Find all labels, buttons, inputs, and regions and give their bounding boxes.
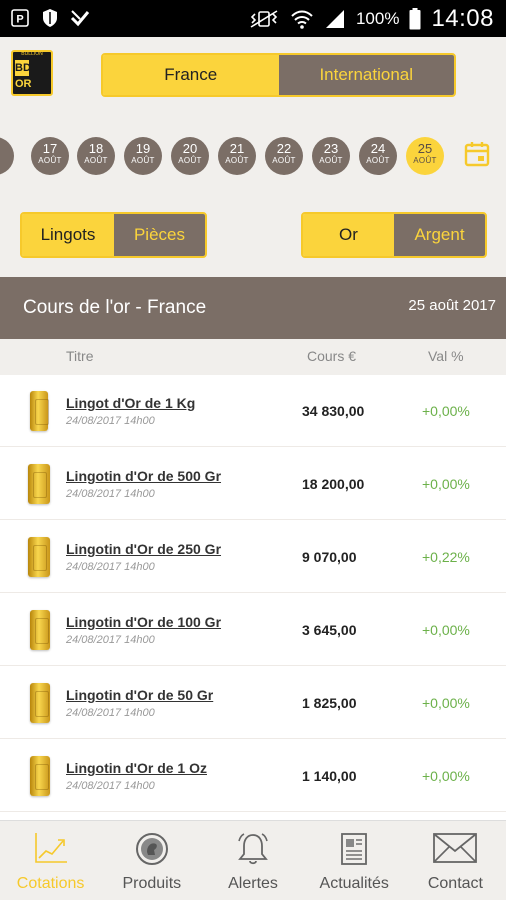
envelope-icon	[433, 833, 478, 863]
product-date: 24/08/2017 14h00	[66, 561, 155, 573]
product-price: 9 070,00	[302, 549, 357, 565]
product-date: 24/08/2017 14h00	[66, 707, 155, 719]
product-variation: +0,00%	[422, 695, 470, 711]
product-date: 24/08/2017 14h00	[66, 488, 155, 500]
table-row[interactable]: Lingotin d'Or de 500 Gr 24/08/2017 14h00…	[0, 448, 506, 520]
product-name: Lingotin d'Or de 500 Gr	[66, 468, 222, 484]
gold-bar-icon	[30, 683, 50, 723]
product-date: 24/08/2017 14h00	[66, 415, 155, 427]
table-header: Titre Cours € Val %	[0, 339, 506, 375]
table-row[interactable]: Lingotin d'Or de 1 Oz 24/08/2017 14h00 1…	[0, 740, 506, 812]
date-chip[interactable]: 22 AOÛT	[265, 137, 303, 175]
clock: 14:08	[431, 5, 494, 32]
product-date: 24/08/2017 14h00	[66, 634, 155, 646]
app-logo: BULLION BD OR	[11, 50, 53, 96]
column-val: Val %	[428, 348, 464, 364]
shield-icon	[40, 8, 60, 28]
metal-toggle: Or Argent	[301, 212, 487, 258]
nav-contact[interactable]: Contact	[405, 821, 506, 900]
product-name: Lingotin d'Or de 50 Gr	[66, 687, 214, 703]
date-chip[interactable]: 24 AOÛT	[359, 137, 397, 175]
table-row[interactable]: Lingotin d'Or de 250 Gr 24/08/2017 14h00…	[0, 521, 506, 593]
product-variation: +0,00%	[422, 403, 470, 419]
status-bar: P 100% 14:08	[0, 0, 506, 37]
date-chip[interactable]: 18 AOÛT	[77, 137, 115, 175]
bottom-nav: Cotations Produits Alertes Actualités Co…	[0, 820, 506, 900]
date-chip[interactable]: 17 AOÛT	[31, 137, 69, 175]
battery-percent: 100%	[355, 9, 400, 28]
chart-icon	[34, 833, 67, 863]
date-chip[interactable]: 19 AOÛT	[124, 137, 162, 175]
nav-cotations[interactable]: Cotations	[0, 821, 101, 900]
date-selector: 17 AOÛT 18 AOÛT 19 AOÛT 20 AOÛT 21 AOÛT 22 AOÛ…	[0, 117, 506, 195]
table-row[interactable]: Lingotin d'Or de 50 Gr 24/08/2017 14h00 …	[0, 667, 506, 739]
section-header: Cours de l'or - France 25 août 2017	[0, 277, 506, 339]
coin-icon	[135, 833, 168, 865]
nav-label: Alertes	[228, 875, 278, 892]
bell-icon	[238, 833, 268, 865]
logo-letters-1: BD	[15, 60, 31, 76]
date-chip[interactable]: 23 AOÛT	[312, 137, 350, 175]
product-variation: +0,00%	[422, 476, 470, 492]
column-titre: Titre	[66, 348, 94, 364]
header: BULLION BD OR France International	[0, 37, 506, 117]
tab-pieces[interactable]: Pièces	[113, 214, 205, 256]
product-type-toggle: Lingots Pièces	[20, 212, 207, 258]
gold-bar-icon	[30, 756, 50, 796]
product-date: 24/08/2017 14h00	[66, 780, 155, 792]
product-price: 3 645,00	[302, 622, 357, 638]
logo-letters-2: OR	[15, 76, 32, 92]
p-icon: P	[10, 8, 30, 28]
newspaper-icon	[341, 833, 368, 865]
nav-label: Actualités	[319, 875, 389, 892]
product-price: 1 825,00	[302, 695, 357, 711]
section-date: 25 août 2017	[408, 297, 496, 314]
svg-text:P: P	[16, 14, 23, 26]
gold-bar-icon	[30, 610, 50, 650]
nav-produits[interactable]: Produits	[101, 821, 202, 900]
filter-bar: Lingots Pièces Or Argent	[0, 195, 506, 277]
nav-label: Contact	[427, 875, 483, 892]
product-variation: +0,00%	[422, 768, 470, 784]
tab-france[interactable]: France	[103, 55, 279, 95]
table-row[interactable]: Lingot d'Or de 1 Kg 24/08/2017 14h00 34 …	[0, 375, 506, 447]
product-variation: +0,00%	[422, 622, 470, 638]
product-price: 18 200,00	[302, 476, 365, 492]
product-name: Lingotin d'Or de 1 Oz	[66, 760, 207, 776]
product-name: Lingotin d'Or de 100 Gr	[66, 614, 222, 630]
check-icon	[70, 8, 90, 28]
section-title: Cours de l'or - France	[23, 297, 207, 318]
tab-or[interactable]: Or	[303, 214, 394, 256]
product-name: Lingotin d'Or de 250 Gr	[66, 541, 222, 557]
tab-international[interactable]: International	[278, 55, 454, 95]
table-row[interactable]: Lingotin d'Or de 100 Gr 24/08/2017 14h00…	[0, 594, 506, 666]
date-chip-partial[interactable]	[0, 137, 14, 175]
date-chip[interactable]: 20 AOÛT	[171, 137, 209, 175]
gold-bar-icon	[28, 537, 50, 577]
nav-actualites[interactable]: Actualités	[304, 821, 405, 900]
gold-bar-icon	[28, 464, 50, 504]
date-chip-selected[interactable]: 25 AOÛT	[406, 137, 444, 175]
battery-icon	[409, 8, 421, 30]
nav-label: Cotations	[16, 875, 85, 892]
product-price: 1 140,00	[302, 768, 357, 784]
region-toggle: France International	[101, 53, 456, 97]
column-cours: Cours €	[307, 348, 357, 364]
product-variation: +0,22%	[422, 549, 470, 565]
nav-label: Produits	[122, 875, 182, 892]
nav-alertes[interactable]: Alertes	[202, 821, 303, 900]
gold-bar-icon	[30, 391, 49, 431]
product-price: 34 830,00	[302, 403, 365, 419]
calendar-icon[interactable]	[464, 141, 490, 167]
wifi-icon	[291, 10, 313, 29]
signal-icon	[325, 10, 344, 28]
tab-argent[interactable]: Argent	[394, 214, 485, 256]
product-name: Lingot d'Or de 1 Kg	[66, 395, 196, 411]
date-chip[interactable]: 21 AOÛT	[218, 137, 256, 175]
tab-lingots[interactable]: Lingots	[22, 214, 114, 256]
vibrate-icon	[250, 10, 278, 28]
